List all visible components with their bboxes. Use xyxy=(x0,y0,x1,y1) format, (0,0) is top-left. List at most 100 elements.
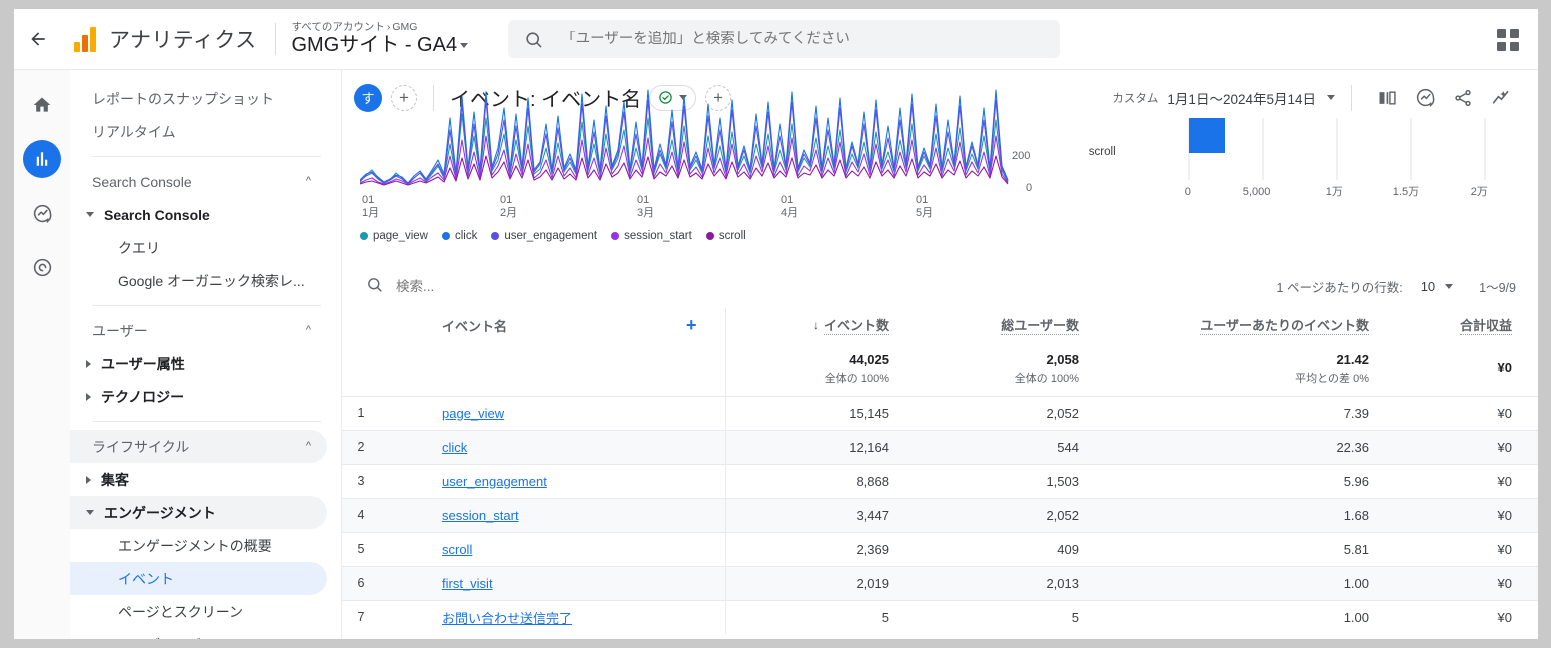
row-total-users: 409 xyxy=(915,531,1105,566)
property-selector[interactable]: すべてのアカウント › GMG GMGサイト - GA4 xyxy=(292,22,469,55)
explore-icon[interactable] xyxy=(23,194,61,232)
column-header-label[interactable]: イベント名 xyxy=(380,316,507,335)
events-bar-chart[interactable]: scroll 0 5,000 1万 1.5万 2万 xyxy=(1071,118,1520,246)
row-event-name: first_visit xyxy=(380,565,725,600)
sidebar-item-reports-snapshot[interactable]: レポートのスナップショット xyxy=(70,82,327,115)
event-name-link[interactable]: click xyxy=(442,440,467,455)
table-row[interactable]: 5 scroll 2,369 409 5.81 ¥0 xyxy=(342,531,1538,566)
sidebar-item-events[interactable]: イベント xyxy=(70,562,327,595)
legend-dot xyxy=(491,232,500,240)
brand-divider xyxy=(274,23,276,55)
row-total-revenue: ¥0 xyxy=(1395,429,1538,464)
legend-label: session_start xyxy=(624,230,692,242)
event-name-link[interactable]: scroll xyxy=(442,542,472,557)
legend-item-page_view[interactable]: page_view xyxy=(360,230,428,242)
column-header-label[interactable]: ユーザーあたりのイベント数 xyxy=(1200,315,1369,335)
sort-desc-icon[interactable]: ↓ xyxy=(813,318,819,332)
event-name-link[interactable]: お問い合わせ送信完了 xyxy=(442,611,572,626)
sidebar-section-lifecycle[interactable]: ライフサイクル ^ xyxy=(70,430,327,463)
top-bar: アナリティクス すべてのアカウント › GMG GMGサイト - GA4 xyxy=(14,9,1538,70)
legend-item-user_engagement[interactable]: user_engagement xyxy=(491,230,597,242)
event-name-link[interactable]: session_start xyxy=(442,508,519,523)
row-total-revenue: ¥0 xyxy=(1395,565,1538,600)
sidebar-item-landing-page[interactable]: ランディング ページ xyxy=(70,628,327,640)
event-name-link[interactable]: page_view xyxy=(442,406,504,421)
row-events-per-user: 5.81 xyxy=(1105,531,1395,566)
sidebar-section-search-console[interactable]: Search Console ^ xyxy=(70,165,327,198)
row-event-count: 3,447 xyxy=(724,497,915,532)
legend-item-click[interactable]: click xyxy=(441,230,477,242)
apps-grid-icon[interactable] xyxy=(1496,28,1520,52)
home-icon[interactable] xyxy=(23,86,61,124)
table-search[interactable] xyxy=(366,276,616,296)
triangle-down-icon xyxy=(86,212,94,217)
table-row[interactable]: 7 お問い合わせ送信完了 5 5 1.00 ¥0 xyxy=(342,599,1538,634)
chart-region: 200 0 01 1月 01 2月 01 3月 01 4月 01 5月 scro… xyxy=(342,89,1538,264)
sidebar-item-label: クエリ xyxy=(118,239,160,256)
property-name-text: GMGサイト - GA4 xyxy=(291,33,458,56)
sidebar-group-search-console[interactable]: Search Console xyxy=(70,198,327,231)
event-name-link[interactable]: first_visit xyxy=(442,576,493,591)
date-range-value[interactable]: 1月1日～2024年5月14日 xyxy=(1167,88,1316,108)
global-search-input[interactable] xyxy=(561,31,1045,47)
sidebar-group-demographics[interactable]: ユーザー属性 xyxy=(70,347,327,380)
bar-category-label-scroll: scroll xyxy=(1088,146,1116,158)
events-over-time-line-chart[interactable]: 200 0 01 1月 01 2月 01 3月 01 4月 01 5月 xyxy=(360,89,1049,246)
row-events-per-user: 1.00 xyxy=(1105,565,1395,600)
row-event-count: 8,868 xyxy=(724,463,915,498)
sidebar-section-user[interactable]: ユーザー ^ xyxy=(70,314,327,347)
edit-chart-icon[interactable] xyxy=(1482,79,1520,117)
date-preset-label: カスタム xyxy=(1112,92,1159,105)
sidebar-item-label: テクノロジー xyxy=(101,388,185,405)
reports-icon[interactable] xyxy=(23,140,61,178)
sidebar-group-engagement[interactable]: エンゲージメント xyxy=(70,496,327,529)
chevron-down-icon[interactable] xyxy=(1445,283,1454,289)
compare-icon[interactable] xyxy=(1368,79,1406,117)
insights-icon[interactable] xyxy=(1406,79,1444,117)
summary-subvalue: 全体の 100% xyxy=(824,372,889,385)
row-event-name: user_engagement xyxy=(380,463,725,498)
column-header-label[interactable]: 合計収益 xyxy=(1459,315,1512,335)
share-icon[interactable] xyxy=(1444,79,1482,117)
sidebar-item-label: 集客 xyxy=(101,471,129,488)
triangle-down-icon xyxy=(86,510,94,515)
table-search-input[interactable] xyxy=(396,278,616,294)
plus-icon[interactable]: + xyxy=(686,316,697,334)
sidebar-item-google-organic-search[interactable]: Google オーガニック検索レ... xyxy=(70,264,327,297)
rows-per-page-value[interactable]: 10 xyxy=(1421,279,1435,294)
table-row[interactable]: 4 session_start 3,447 2,052 1.68 ¥0 xyxy=(342,497,1538,532)
event-name-link[interactable]: user_engagement xyxy=(442,474,547,489)
table-row[interactable]: 6 first_visit 2,019 2,013 1.00 ¥0 xyxy=(342,565,1538,600)
table-row[interactable]: 1 page_view 15,145 2,052 7.39 ¥0 xyxy=(342,395,1538,430)
table-row[interactable]: 2 click 12,164 544 22.36 ¥0 xyxy=(342,429,1538,464)
table-summary-row: 44,025 全体の 100% 2,058 全体の 100% 21.42 平均と… xyxy=(342,342,1538,396)
sidebar-item-realtime[interactable]: リアルタイム xyxy=(70,115,327,148)
legend-item-session_start[interactable]: session_start xyxy=(611,230,692,242)
bar-x-tick-10000: 1万 xyxy=(1325,186,1343,198)
bar-scroll xyxy=(1188,118,1225,153)
sidebar-item-label: エンゲージメントの概要 xyxy=(118,537,272,554)
advertising-icon[interactable] xyxy=(23,248,61,286)
sidebar-group-tech[interactable]: テクノロジー xyxy=(70,380,327,413)
analytics-logo-icon xyxy=(74,26,96,52)
row-total-revenue: ¥0 xyxy=(1395,599,1538,634)
sidebar-group-acquisition[interactable]: 集客 xyxy=(70,463,327,496)
row-event-count: 12,164 xyxy=(724,429,915,464)
sidebar-item-queries[interactable]: クエリ xyxy=(70,231,327,264)
brand-title: アナリティクス xyxy=(109,29,257,52)
sidebar-item-engagement-overview[interactable]: エンゲージメントの概要 xyxy=(70,529,327,562)
legend-item-scroll[interactable]: scroll xyxy=(705,230,746,242)
sidebar-item-label: レポートのスナップショット xyxy=(92,90,274,107)
column-header-label[interactable]: イベント数 xyxy=(823,315,889,335)
global-search[interactable] xyxy=(508,20,1061,58)
triangle-right-icon xyxy=(86,475,91,484)
legend-dot xyxy=(705,232,714,240)
row-total-users: 544 xyxy=(915,429,1105,464)
sidebar-item-label: ライフサイクル xyxy=(92,438,190,455)
sidebar-item-pages-and-screens[interactable]: ページとスクリーン xyxy=(70,595,327,628)
column-header-label[interactable]: 総ユーザー数 xyxy=(1001,315,1079,335)
table-row[interactable]: 3 user_engagement 8,868 1,503 5.96 ¥0 xyxy=(342,463,1538,498)
back-arrow-icon[interactable] xyxy=(16,17,60,61)
chevron-down-icon[interactable] xyxy=(1327,95,1335,100)
row-event-count: 15,145 xyxy=(724,395,915,430)
